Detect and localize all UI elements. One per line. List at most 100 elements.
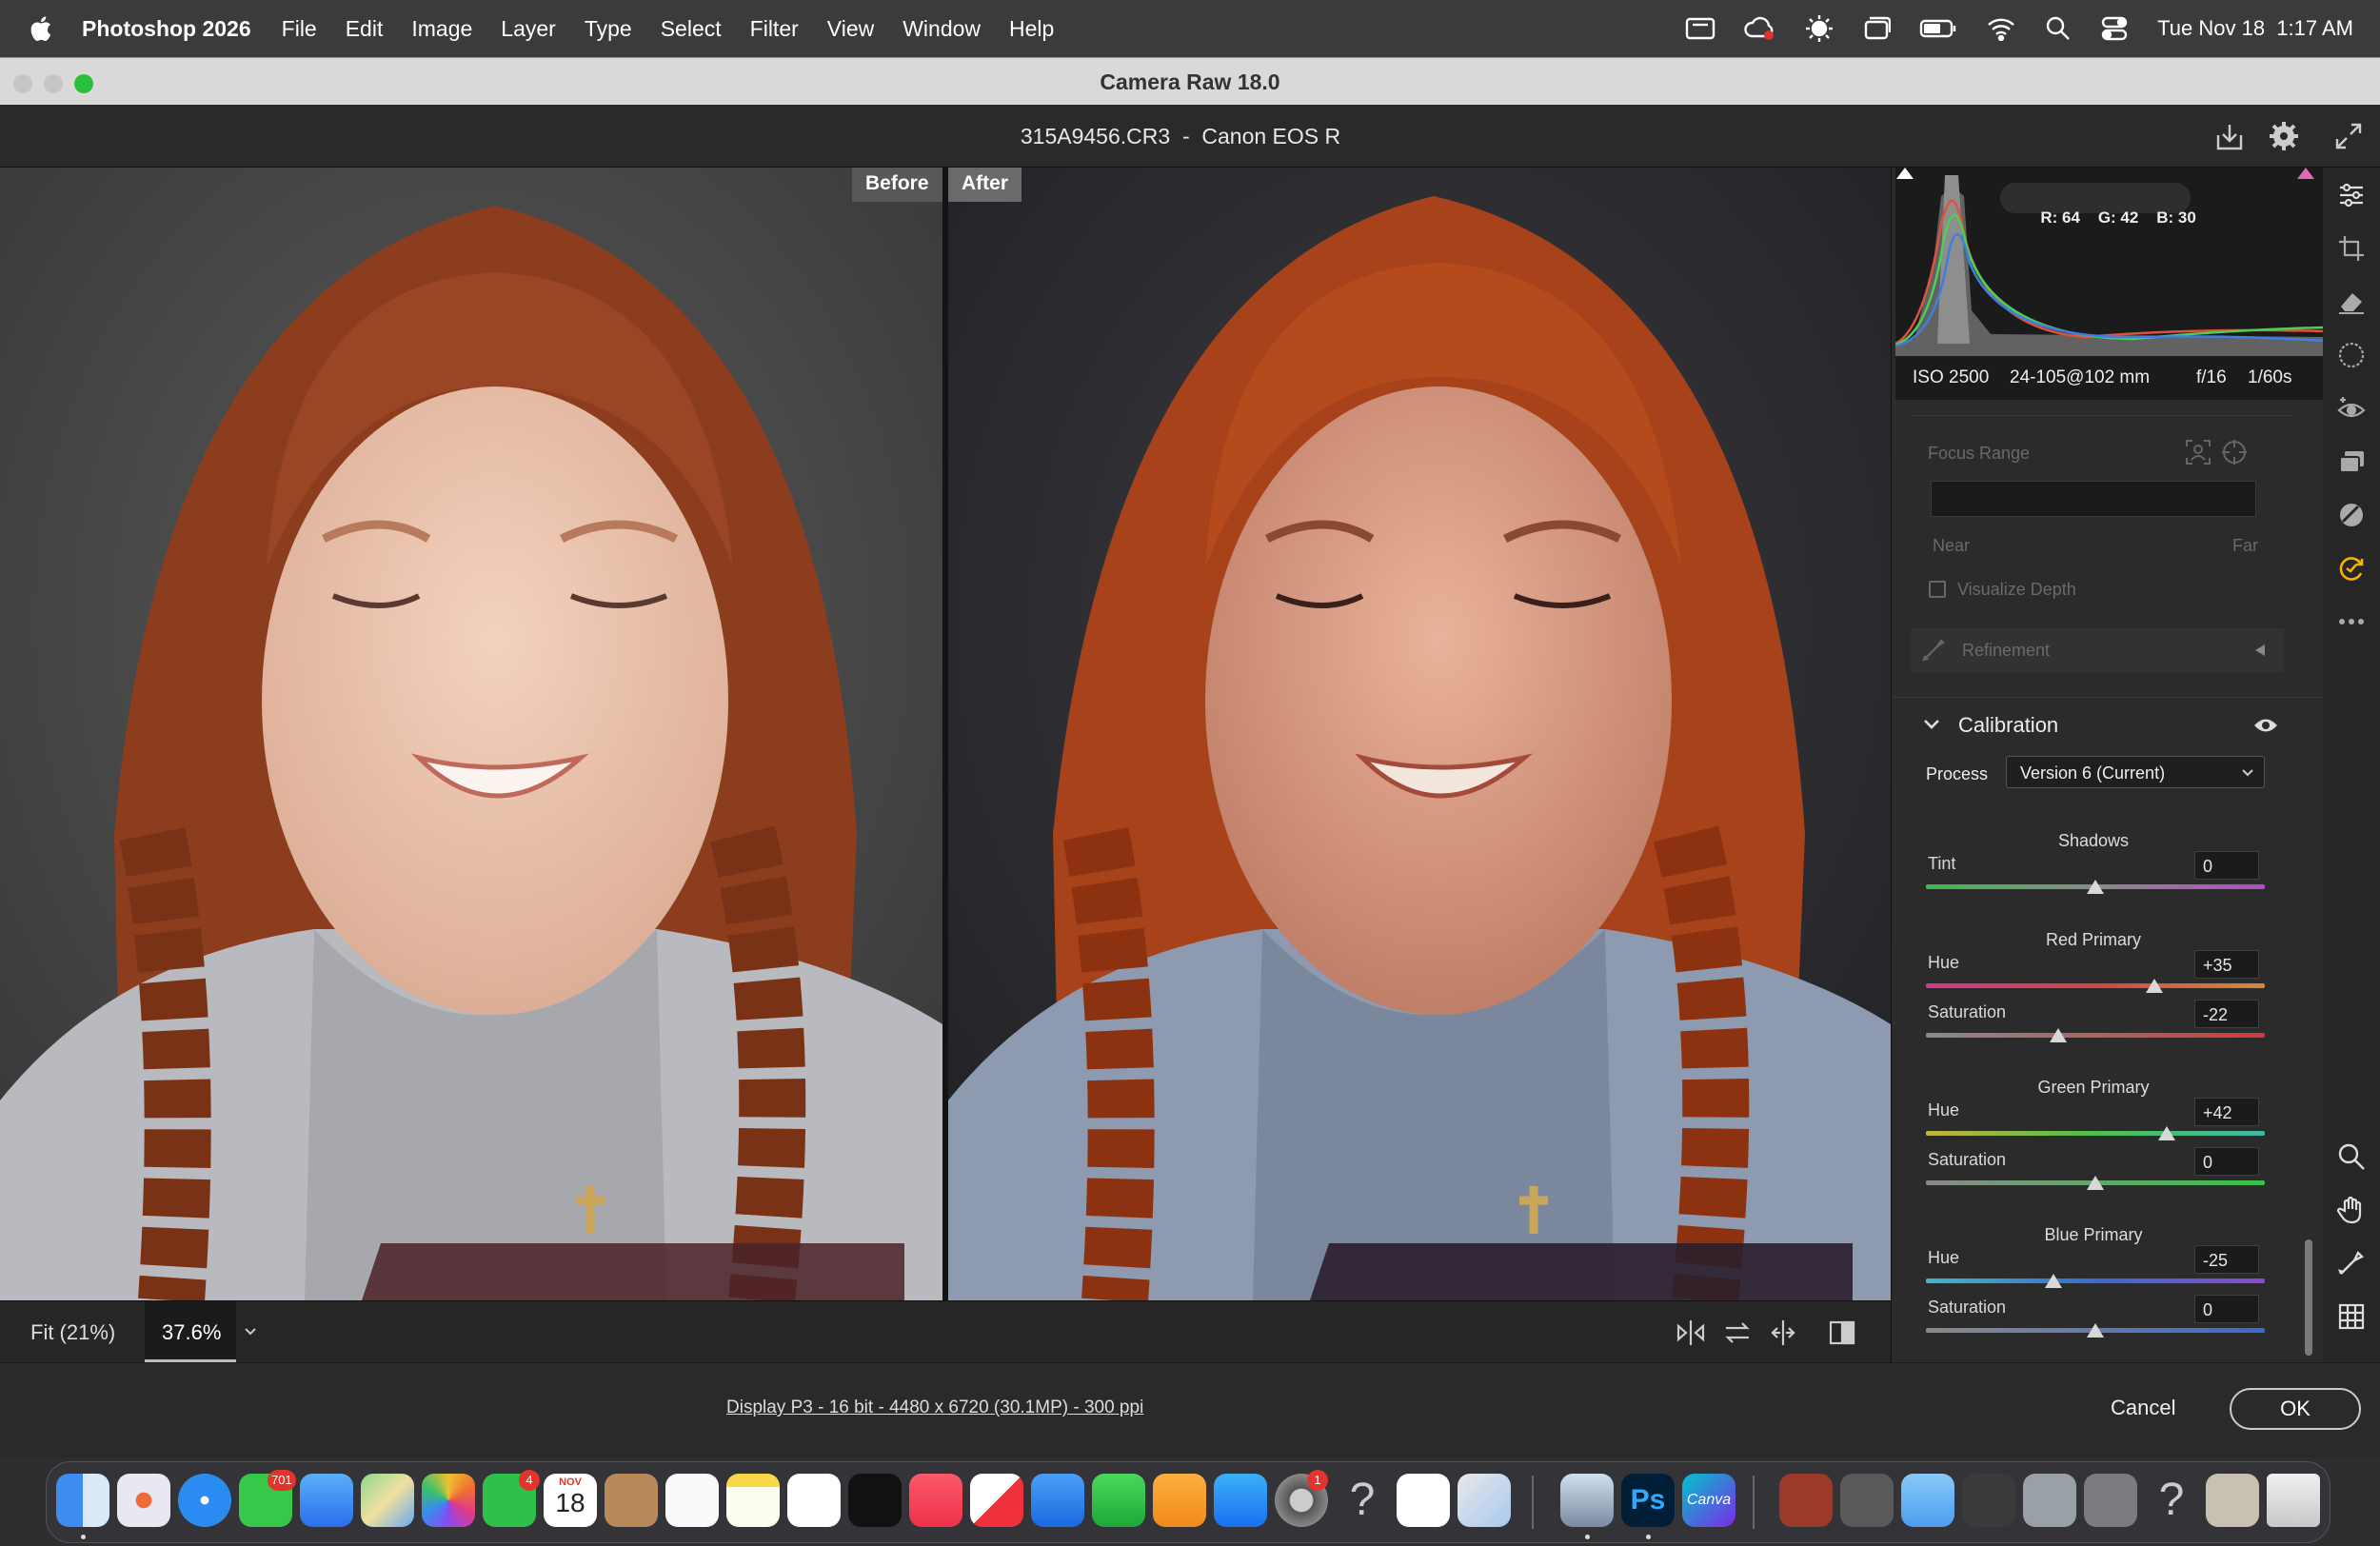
menu-type[interactable]: Type (585, 16, 632, 42)
before-after-view-icon[interactable] (1676, 1318, 1706, 1347)
folder-stack-3-dock-icon[interactable] (1962, 1474, 2015, 1527)
focus-target-icon[interactable] (2221, 439, 2248, 466)
green-hue-slider-track[interactable] (1926, 1131, 2265, 1136)
more-options-icon[interactable] (2337, 607, 2366, 636)
color-sampler-icon[interactable] (2337, 1249, 2366, 1278)
music-dock-icon[interactable] (909, 1474, 962, 1527)
zoom-level-field[interactable]: 37.6% (145, 1301, 236, 1362)
tint-value-field[interactable]: 0 (2194, 851, 2259, 880)
blue-hue-slider-thumb[interactable] (2044, 1274, 2062, 1288)
settings-gear-icon[interactable] (2268, 120, 2300, 152)
focus-subject-icon[interactable] (2185, 439, 2211, 466)
green-hue-value-field[interactable]: +42 (2194, 1098, 2259, 1126)
menu-image[interactable]: Image (411, 16, 472, 42)
folder-dock-icon[interactable] (1901, 1474, 1954, 1527)
finder-dock-icon[interactable] (56, 1474, 109, 1527)
save-image-icon[interactable] (2214, 122, 2245, 152)
panel-scrollbar[interactable] (2305, 1239, 2312, 1356)
menu-filter[interactable]: Filter (750, 16, 799, 42)
preview-dock-icon[interactable] (1560, 1474, 1614, 1527)
tint-slider-thumb[interactable] (2087, 880, 2104, 894)
before-photo[interactable]: Before (0, 168, 942, 1300)
red-saturation-value-field[interactable]: -22 (2194, 1000, 2259, 1028)
calendar-dock-icon[interactable]: NOV 18 (544, 1474, 597, 1527)
folder-stack-5-dock-icon[interactable] (2084, 1474, 2137, 1527)
freeform-dock-icon[interactable] (787, 1474, 841, 1527)
menu-layer[interactable]: Layer (501, 16, 556, 42)
numbers-dock-icon[interactable] (1092, 1474, 1145, 1527)
search-icon[interactable] (2045, 15, 2072, 42)
stage-manager-icon[interactable] (1862, 16, 1892, 41)
refinement-row[interactable]: Refinement (1911, 628, 2284, 672)
image-preview-area[interactable]: Before After (0, 168, 1891, 1300)
folder-stack-4-dock-icon[interactable] (2023, 1474, 2076, 1527)
calibration-collapse-chevron-icon[interactable] (1922, 718, 1941, 731)
menu-clock[interactable]: Tue Nov 18 1:17 AM (2157, 16, 2353, 41)
launchpad-dock-icon[interactable] (117, 1474, 170, 1527)
contacts-dock-icon[interactable] (605, 1474, 658, 1527)
menu-edit[interactable]: Edit (346, 16, 384, 42)
apple-logo-icon[interactable] (27, 14, 53, 43)
green-saturation-slider-thumb[interactable] (2087, 1176, 2104, 1190)
edit-sliders-icon[interactable] (2337, 181, 2366, 209)
zoom-window-button[interactable] (74, 74, 93, 93)
display-icon[interactable] (1685, 16, 1716, 41)
iphone-mirroring-dock-icon[interactable] (1458, 1474, 1511, 1527)
zoom-tool-icon[interactable] (2337, 1142, 2366, 1171)
red-hue-slider-thumb[interactable] (2146, 979, 2164, 993)
fit-zoom-button[interactable]: Fit (21%) (30, 1320, 115, 1345)
green-hue-slider-thumb[interactable] (2157, 1126, 2175, 1140)
downloads-stack-dock-icon[interactable] (2206, 1474, 2259, 1527)
red-hue-value-field[interactable]: +35 (2194, 950, 2259, 979)
presets-icon[interactable] (2337, 501, 2366, 529)
workflow-options-link[interactable]: Display P3 - 16 bit - 4480 x 6720 (30.1M… (726, 1397, 1143, 1418)
calibration-title[interactable]: Calibration (1958, 713, 2058, 738)
app-name-menu[interactable]: Photoshop 2026 (82, 16, 251, 42)
photos-dock-icon[interactable] (422, 1474, 475, 1527)
red-saturation-slider-thumb[interactable] (2049, 1028, 2067, 1042)
crop-icon[interactable] (2337, 234, 2366, 263)
visualize-depth-checkbox[interactable] (1929, 581, 1946, 598)
creative-cloud-icon[interactable] (1744, 15, 1776, 42)
eraser-heal-icon[interactable] (2337, 287, 2366, 316)
mail-dock-icon[interactable] (300, 1474, 353, 1527)
messages-dock-icon[interactable]: 701 (239, 1470, 296, 1527)
menu-view[interactable]: View (827, 16, 874, 42)
swap-settings-icon[interactable] (1723, 1320, 1752, 1345)
canva-dock-icon[interactable]: Canva (1682, 1474, 1735, 1527)
folder-stack-2-dock-icon[interactable] (1840, 1474, 1894, 1527)
ai-edit-icon[interactable] (2337, 554, 2366, 583)
focus-range-slider[interactable] (1931, 481, 2256, 517)
blue-hue-slider-track[interactable] (1926, 1278, 2265, 1283)
maps-dock-icon[interactable] (361, 1474, 414, 1527)
masking-icon[interactable] (2337, 341, 2366, 369)
grid-overlay-icon[interactable] (2337, 1302, 2366, 1331)
zoom-dropdown-chevron-icon[interactable] (244, 1326, 257, 1338)
green-saturation-value-field[interactable]: 0 (2194, 1147, 2259, 1176)
toggle-before-after-icon[interactable] (1828, 1318, 1856, 1347)
news-dock-icon[interactable] (970, 1474, 1023, 1527)
reminders-dock-icon[interactable] (665, 1474, 719, 1527)
brightness-icon[interactable] (1805, 14, 1834, 43)
apple-tv-dock-icon[interactable] (848, 1474, 902, 1527)
hand-tool-icon[interactable] (2337, 1196, 2366, 1224)
blue-saturation-value-field[interactable]: 0 (2194, 1295, 2259, 1323)
after-photo[interactable]: After (948, 168, 1891, 1300)
wifi-icon[interactable] (1986, 16, 2016, 41)
trash-dock-icon[interactable] (2267, 1474, 2320, 1527)
system-settings-dock-icon[interactable]: 1 (1275, 1470, 1328, 1527)
ok-button[interactable]: OK (2230, 1388, 2361, 1430)
menu-help[interactable]: Help (1009, 16, 1054, 42)
menu-file[interactable]: File (282, 16, 317, 42)
process-version-dropdown[interactable]: Version 6 (Current) (2006, 756, 2265, 788)
photoshop-dock-icon[interactable]: Ps (1621, 1474, 1675, 1527)
keynote-dock-icon[interactable] (1031, 1474, 1084, 1527)
fullscreen-icon[interactable] (2334, 122, 2363, 150)
snapshots-icon[interactable] (2337, 447, 2366, 476)
control-center-icon[interactable] (2100, 15, 2129, 42)
pages-dock-icon[interactable] (1153, 1474, 1206, 1527)
copy-settings-icon[interactable] (1769, 1318, 1797, 1347)
calibration-visibility-eye-icon[interactable] (2253, 716, 2278, 735)
red-hue-slider-track[interactable] (1926, 983, 2265, 988)
notes-dock-icon[interactable] (726, 1474, 780, 1527)
